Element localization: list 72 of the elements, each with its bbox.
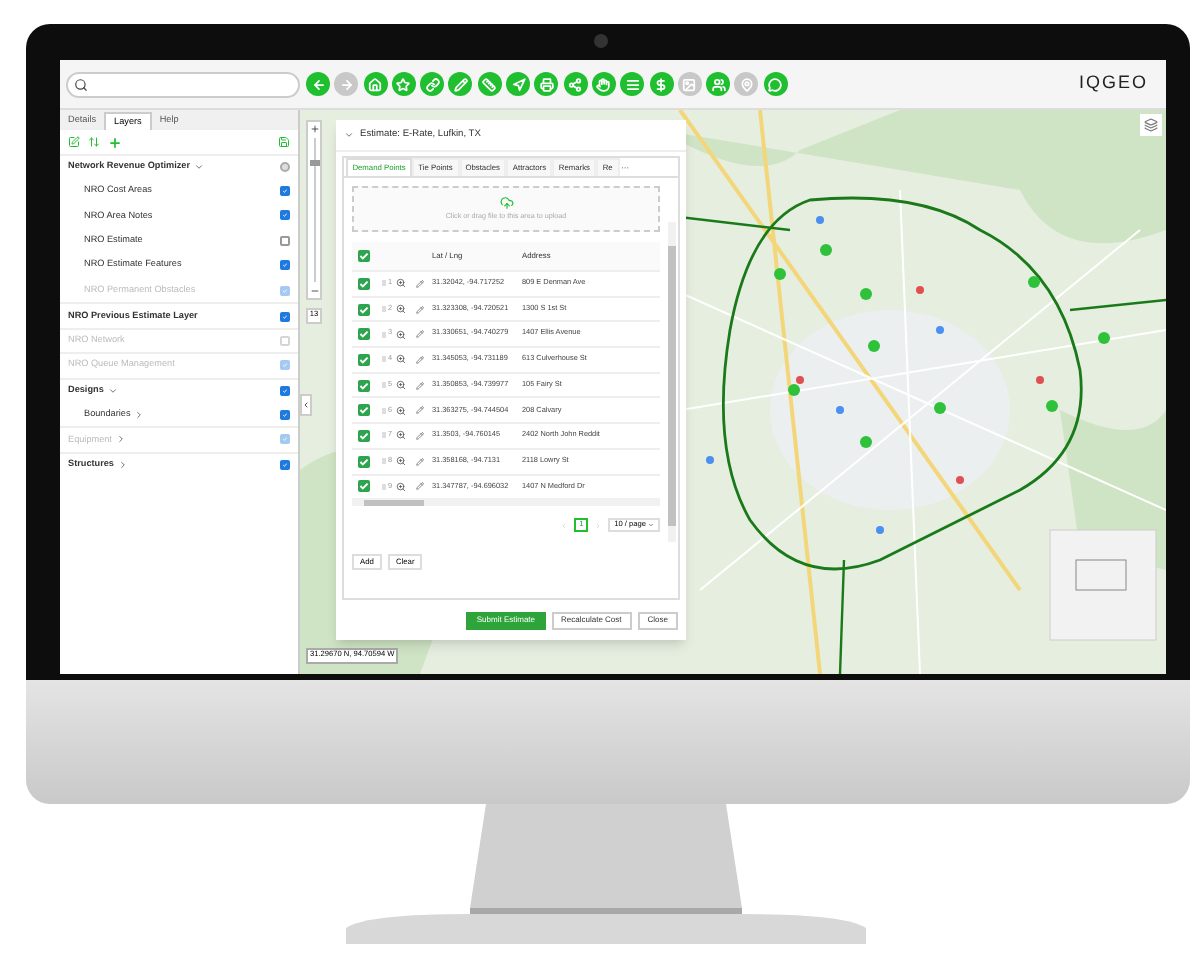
drag-handle-icon[interactable]	[382, 483, 386, 490]
layers-icon	[1144, 118, 1158, 132]
checkbox[interactable]	[280, 186, 290, 197]
star-icon[interactable]	[391, 72, 416, 96]
pencil-icon[interactable]	[416, 457, 424, 466]
drag-handle-icon[interactable]	[382, 382, 386, 389]
checkbox[interactable]	[280, 459, 290, 470]
pencil-icon[interactable]	[416, 381, 424, 390]
caret-icon[interactable]	[117, 459, 128, 470]
search-icon	[74, 77, 88, 91]
drag-handle-icon[interactable]	[382, 280, 386, 287]
pencil-icon[interactable]	[416, 406, 424, 415]
vertical-scrollbar[interactable]	[668, 222, 676, 542]
zoom-in-icon[interactable]	[396, 329, 406, 340]
zoom-in-icon[interactable]	[309, 124, 319, 134]
checkbox[interactable]	[280, 409, 290, 420]
pencil-icon[interactable]	[416, 355, 424, 364]
checkbox[interactable]	[280, 235, 290, 246]
pencil-icon[interactable]	[416, 482, 424, 491]
upload-cloud-icon	[499, 195, 513, 210]
share-icon[interactable]	[563, 72, 588, 96]
slider-thumb[interactable]	[309, 159, 319, 166]
pencil-icon[interactable]	[416, 431, 424, 440]
home-icon[interactable]	[363, 72, 388, 96]
checkbox[interactable]	[280, 260, 290, 271]
hand-icon[interactable]	[591, 72, 616, 96]
logo: IQGEO	[1078, 70, 1148, 97]
zoom-in-icon[interactable]	[396, 481, 406, 492]
link-icon[interactable]	[420, 72, 445, 96]
camera-icon	[594, 34, 608, 48]
search-field[interactable]	[66, 71, 300, 97]
plus-icon[interactable]	[108, 135, 122, 149]
zoom-in-icon[interactable]	[396, 380, 406, 391]
pencil-icon[interactable]	[416, 279, 424, 288]
zoom-in-icon[interactable]	[396, 354, 406, 365]
zoom-in-icon[interactable]	[396, 405, 406, 416]
drag-handle-icon[interactable]	[382, 356, 386, 363]
drag-handle-icon[interactable]	[382, 458, 386, 465]
zoom-in-icon[interactable]	[396, 430, 406, 441]
caret-icon[interactable]	[107, 385, 118, 396]
zoom-slider[interactable]	[306, 120, 322, 300]
sort-arrows-icon[interactable]	[88, 136, 100, 148]
zoom-out-icon[interactable]	[309, 286, 319, 296]
collapse-icon[interactable]	[344, 130, 354, 140]
chat-icon[interactable]	[763, 72, 788, 96]
checkbox[interactable]	[280, 385, 290, 396]
ruler-icon[interactable]	[477, 72, 502, 96]
list-icon[interactable]	[620, 72, 645, 96]
drag-handle-icon[interactable]	[382, 331, 386, 338]
pencil-icon[interactable]	[416, 305, 424, 314]
edit-icon[interactable]	[68, 136, 80, 148]
people-icon[interactable]	[706, 72, 731, 96]
caret-icon[interactable]	[194, 162, 205, 173]
pencil-icon[interactable]	[416, 330, 424, 339]
drag-handle-icon[interactable]	[382, 407, 386, 414]
save-icon[interactable]	[278, 136, 290, 148]
checkbox[interactable]	[280, 311, 290, 322]
drag-handle-icon[interactable]	[382, 432, 386, 439]
navigation-arrow-icon[interactable]	[506, 72, 531, 96]
pencil-icon[interactable]	[448, 72, 473, 96]
checkbox[interactable]	[280, 210, 290, 221]
checkbox[interactable]	[280, 162, 290, 173]
layers-button[interactable]	[1140, 114, 1162, 136]
drag-handle-icon[interactable]	[382, 306, 386, 313]
print-icon[interactable]	[534, 72, 559, 96]
caret-icon[interactable]	[134, 409, 145, 420]
zoom-in-icon[interactable]	[396, 456, 406, 467]
horizontal-scrollbar[interactable]	[352, 498, 660, 507]
zoom-in-icon[interactable]	[396, 304, 406, 315]
zoom-in-icon[interactable]	[396, 278, 406, 289]
dollar-icon[interactable]	[649, 72, 674, 96]
collapse-tab[interactable]	[300, 394, 312, 416]
